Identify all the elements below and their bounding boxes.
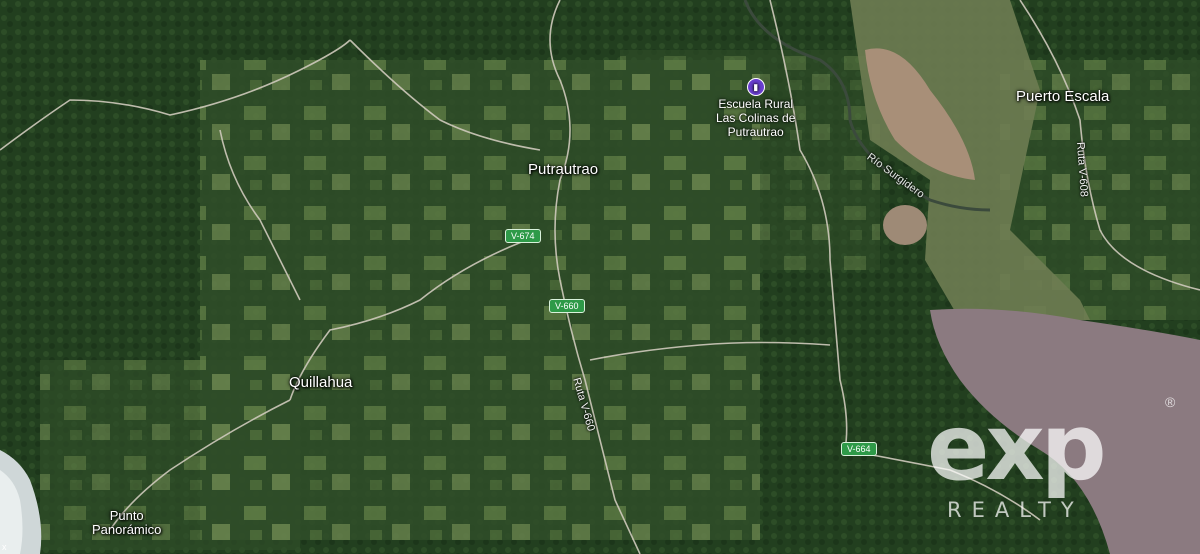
road-shield-v660: V-660 — [549, 299, 585, 313]
school-icon: ▮ — [746, 78, 765, 96]
place-label-putrautrao[interactable]: Putrautrao — [528, 161, 598, 179]
school-label: Escuela Rural Las Colinas de Putrautrao — [716, 97, 796, 139]
corner-mark: x — [2, 542, 7, 552]
satellite-map[interactable]: Putrautrao Puerto Escala Quillahua Punto… — [0, 0, 1200, 554]
place-label-quillahua[interactable]: Quillahua — [289, 374, 352, 392]
exp-realty-watermark: exp ® REALTY — [925, 394, 1185, 530]
road-shield-v674: V-674 — [505, 229, 541, 243]
place-label-punto-panoramico[interactable]: Punto Panorámico — [92, 508, 161, 538]
registered-mark: ® — [1165, 394, 1176, 410]
road-shield-v664: V-664 — [841, 442, 877, 456]
exp-logo: exp — [927, 394, 1107, 501]
place-label-puerto-escala[interactable]: Puerto Escala — [1016, 88, 1109, 106]
realty-text: REALTY — [947, 498, 1084, 522]
school-poi[interactable]: ▮ Escuela Rural Las Colinas de Putrautra… — [716, 78, 795, 139]
